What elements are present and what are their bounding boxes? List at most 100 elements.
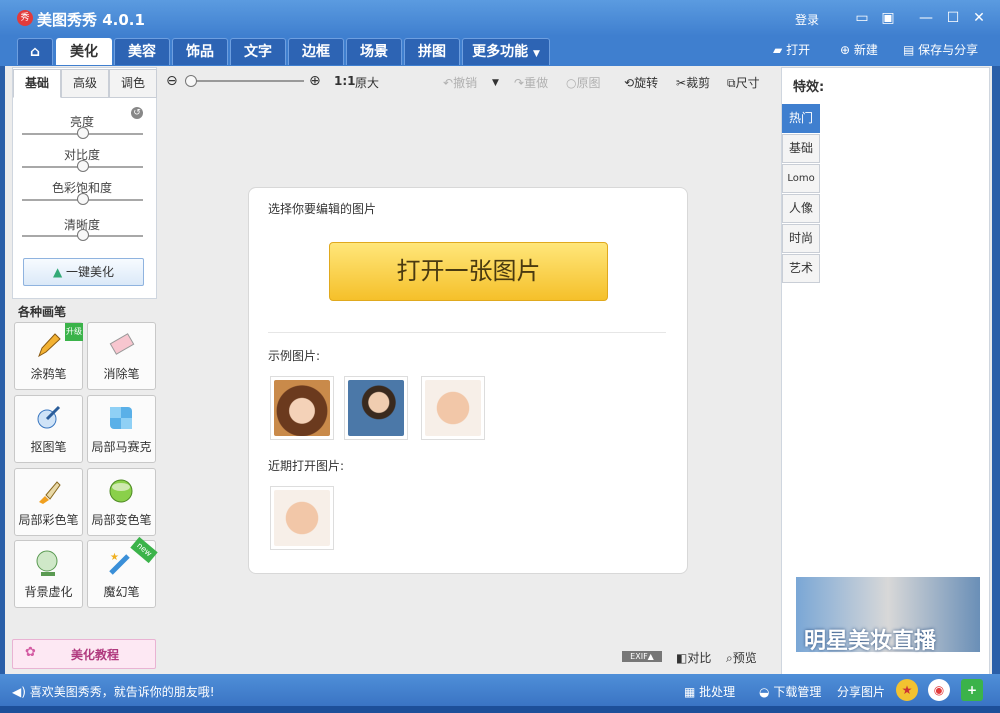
original-image-button[interactable]: ○原图: [566, 74, 601, 91]
sharpness-knob[interactable]: [77, 229, 89, 241]
plus-icon[interactable]: +: [961, 679, 983, 701]
local-color-brush-tool[interactable]: 局部彩色笔: [14, 468, 83, 536]
fx-tab-hot[interactable]: 热门: [782, 104, 820, 133]
eraser-brush-tool[interactable]: 消除笔: [87, 322, 156, 390]
save-icon: ▤: [903, 43, 915, 57]
magnifier-blur-icon: [36, 550, 58, 576]
subtab-basic[interactable]: 基础: [13, 69, 61, 98]
tutorial-button[interactable]: ✿ 美化教程: [12, 639, 156, 669]
share-image-button[interactable]: 分享图片: [837, 683, 885, 700]
home-tab[interactable]: ⌂: [17, 38, 53, 65]
one-key-label: 一键美化: [66, 265, 115, 279]
subtab-advanced[interactable]: 高级: [61, 69, 109, 98]
mosaic-brush-tool[interactable]: 局部马赛克: [87, 395, 156, 463]
tab-more-label: 更多功能: [472, 44, 529, 60]
magic-wand-icon: ★: [109, 552, 130, 575]
zoom-slider[interactable]: [188, 80, 304, 82]
login-link[interactable]: 登录: [795, 11, 819, 28]
tab-more[interactable]: 更多功能 ▼: [462, 38, 550, 65]
mosaic-brush-label: 局部马赛克: [91, 440, 152, 454]
undo-dropdown-icon[interactable]: ▼: [492, 78, 499, 88]
share-message[interactable]: ◀) 喜欢美图秀秀，就告诉你的朋友哦!: [12, 683, 215, 700]
redo-button[interactable]: ↷重做: [514, 74, 548, 91]
undo-label: 撤销: [453, 76, 478, 90]
app-title: 美图秀秀 4.0.1: [37, 11, 145, 29]
weibo-icon[interactable]: ◉: [928, 679, 950, 701]
tab-scene[interactable]: 场景: [346, 38, 402, 65]
os-taskbar: [0, 706, 1000, 713]
tab-beautify[interactable]: 美化: [56, 38, 112, 65]
zoom-ratio[interactable]: 1:1: [334, 74, 356, 88]
crop-label: 裁剪: [686, 76, 711, 90]
mosaic-icon: [110, 407, 132, 429]
recent-label: 近期打开图片:: [268, 459, 345, 473]
tab-frame[interactable]: 边框: [288, 38, 344, 65]
fx-tab-lomo[interactable]: Lomo: [782, 164, 820, 193]
doodle-brush-tool[interactable]: 涂鸦笔 升级: [14, 322, 83, 390]
batch-button[interactable]: ▦ 批处理: [684, 683, 735, 700]
preview-button[interactable]: ⌕预览: [726, 649, 757, 666]
star-icon[interactable]: ★: [896, 679, 918, 701]
title-bar: [0, 0, 1000, 36]
tab-beauty[interactable]: 美容: [114, 38, 170, 65]
original-size-button[interactable]: 原大: [355, 74, 379, 91]
example-image-2[interactable]: [344, 376, 408, 440]
zoom-in-icon[interactable]: ⊕: [309, 73, 321, 89]
flower-icon: ✿: [25, 645, 36, 660]
feedback-icon[interactable]: ▭: [852, 10, 872, 26]
exif-button[interactable]: EXIF▲: [622, 651, 662, 662]
download-manager-button[interactable]: ◒ 下载管理: [759, 683, 821, 700]
new-button[interactable]: ⊕ 新建: [840, 41, 878, 58]
divider: [268, 332, 666, 333]
open-image-button[interactable]: 打开一张图片: [329, 242, 608, 301]
tab-collage[interactable]: 拼图: [404, 38, 460, 65]
saturation-knob[interactable]: [77, 193, 89, 205]
maximize-button[interactable]: ☐: [943, 10, 963, 26]
fx-tab-basic[interactable]: 基础: [782, 134, 820, 163]
upgrade-badge: 升级: [65, 323, 83, 341]
minimize-button[interactable]: —: [916, 10, 936, 26]
rotate-icon: ⟲: [624, 76, 635, 90]
open-button[interactable]: ▰ 打开: [773, 41, 810, 58]
magic-brush-tool[interactable]: ★ 魔幻笔 new: [87, 536, 158, 608]
preview-icon: ⌕: [726, 651, 733, 665]
fx-tab-fashion[interactable]: 时尚: [782, 224, 820, 253]
ad-banner[interactable]: 明星美妆直播: [796, 577, 980, 654]
fx-tab-portrait[interactable]: 人像: [782, 194, 820, 223]
crop-button[interactable]: ✂裁剪: [676, 74, 710, 91]
subtab-color[interactable]: 调色: [109, 69, 157, 98]
recent-photo-1: [274, 490, 330, 546]
redo-icon: ↷: [514, 76, 525, 90]
tab-accessories[interactable]: 饰品: [172, 38, 228, 65]
contrast-knob[interactable]: [77, 160, 89, 172]
speaker-icon: ◀): [12, 685, 26, 699]
examples-label: 示例图片:: [268, 349, 321, 363]
one-key-beautify-button[interactable]: ▲ 一键美化: [23, 258, 144, 286]
fx-tab-art[interactable]: 艺术: [782, 254, 820, 283]
undo-button[interactable]: ↶撤销: [443, 74, 477, 91]
resize-button[interactable]: ⧉尺寸: [727, 74, 760, 91]
compare-button[interactable]: ◧对比: [676, 649, 711, 666]
skin-icon[interactable]: ▣: [878, 10, 898, 26]
rotate-label: 旋转: [634, 76, 659, 90]
color-change-brush-tool[interactable]: 局部变色笔: [87, 468, 156, 536]
recent-image-1[interactable]: [270, 486, 334, 550]
compare-label: 对比: [687, 651, 712, 665]
cutout-brush-tool[interactable]: 抠图笔: [14, 395, 83, 463]
brushes-title: 各种画笔: [18, 305, 67, 319]
background-blur-tool[interactable]: 背景虚化: [14, 540, 83, 608]
zoom-out-icon[interactable]: ⊖: [166, 73, 178, 89]
save-share-button[interactable]: ▤ 保存与分享: [903, 41, 978, 58]
brightness-knob[interactable]: [77, 127, 89, 139]
tab-text[interactable]: 文字: [230, 38, 286, 65]
undo-icon: ↶: [443, 76, 454, 90]
rotate-button[interactable]: ⟲旋转: [624, 74, 658, 91]
close-button[interactable]: ✕: [969, 10, 989, 26]
example-image-3[interactable]: [421, 376, 485, 440]
magic-brush-label: 魔幻笔: [103, 585, 140, 599]
paintbrush-icon: [39, 481, 61, 504]
zoom-knob[interactable]: [185, 75, 197, 87]
magic-icon: ▲: [52, 265, 63, 279]
example-image-1[interactable]: [270, 376, 334, 440]
batch-label: 批处理: [699, 685, 736, 699]
